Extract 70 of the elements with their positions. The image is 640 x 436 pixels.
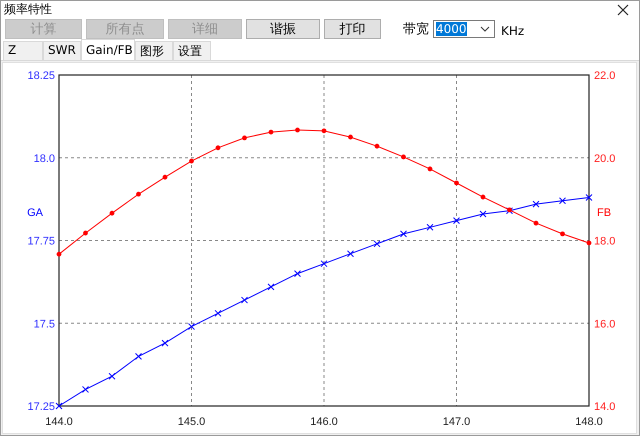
point bbox=[56, 252, 62, 257]
axis-tick-label: 18.0 bbox=[34, 152, 55, 165]
point bbox=[214, 310, 222, 317]
point bbox=[401, 154, 406, 160]
caret-icon[interactable] bbox=[480, 26, 490, 32]
point bbox=[534, 220, 538, 226]
point bbox=[453, 217, 460, 224]
point bbox=[320, 260, 328, 268]
tab[interactable]: Gain/FB bbox=[81, 39, 135, 60]
point bbox=[586, 194, 592, 201]
tab[interactable]: SWR bbox=[43, 41, 81, 60]
point bbox=[400, 230, 407, 238]
point bbox=[428, 166, 432, 172]
point bbox=[56, 402, 62, 410]
toolbar-button[interactable]: 谐振 bbox=[246, 19, 320, 39]
point bbox=[188, 323, 195, 330]
point bbox=[82, 386, 89, 393]
point bbox=[586, 240, 592, 246]
axis-tick-label: 17.5 bbox=[34, 318, 55, 330]
point bbox=[348, 134, 353, 140]
point bbox=[532, 200, 540, 208]
point bbox=[216, 145, 220, 150]
toolbar-button[interactable]: 打印 bbox=[324, 19, 381, 39]
axis-tick-label: 144.0 bbox=[45, 416, 73, 428]
point bbox=[294, 270, 301, 278]
unit-label: KHz bbox=[501, 24, 524, 38]
axis-tick-label: 148.0 bbox=[575, 416, 603, 428]
axis-label: GA bbox=[27, 207, 43, 219]
axis-tick-label: 20.0 bbox=[594, 152, 616, 165]
point bbox=[480, 210, 486, 218]
point bbox=[295, 128, 300, 132]
point bbox=[480, 194, 486, 200]
point bbox=[242, 135, 247, 140]
point bbox=[322, 128, 326, 134]
point bbox=[83, 230, 88, 236]
point bbox=[136, 192, 141, 197]
point bbox=[162, 340, 168, 347]
axis-label: FB bbox=[597, 207, 612, 219]
close-icon[interactable] bbox=[617, 4, 629, 16]
tab[interactable]: 设置 bbox=[173, 41, 211, 60]
window-title: 频率特性 bbox=[4, 1, 52, 18]
point bbox=[374, 240, 380, 248]
axis-tick-label: 147.0 bbox=[442, 416, 470, 428]
point bbox=[241, 296, 248, 304]
point bbox=[135, 352, 142, 360]
axis-tick-label: 18.25 bbox=[27, 70, 55, 82]
axis-tick-label: 17.75 bbox=[27, 236, 55, 248]
point bbox=[347, 250, 354, 258]
point bbox=[162, 174, 168, 180]
point bbox=[454, 180, 459, 186]
axis-tick-label: 17.25 bbox=[27, 401, 55, 413]
tab[interactable]: Z bbox=[3, 41, 43, 60]
axis-tick-label: 22.0 bbox=[594, 70, 616, 82]
axis-tick-label: 145.0 bbox=[178, 416, 206, 428]
axis-tick-label: 146.0 bbox=[310, 416, 338, 428]
axis-tick-label: 18.0 bbox=[594, 236, 616, 248]
point bbox=[374, 144, 380, 149]
point bbox=[268, 283, 274, 290]
point bbox=[108, 372, 116, 380]
axis-tick-label: 14.0 bbox=[594, 401, 616, 413]
point bbox=[559, 197, 566, 204]
bandwidth-label: 带宽 bbox=[403, 21, 429, 38]
point bbox=[189, 158, 194, 164]
point bbox=[426, 224, 434, 231]
point bbox=[560, 231, 565, 236]
bandwidth-dropdown[interactable]: 4000 bbox=[433, 20, 495, 38]
point bbox=[268, 130, 274, 134]
point bbox=[110, 210, 114, 216]
tab[interactable]: 图形 bbox=[135, 41, 173, 60]
axis-tick-label: 16.0 bbox=[594, 318, 616, 330]
